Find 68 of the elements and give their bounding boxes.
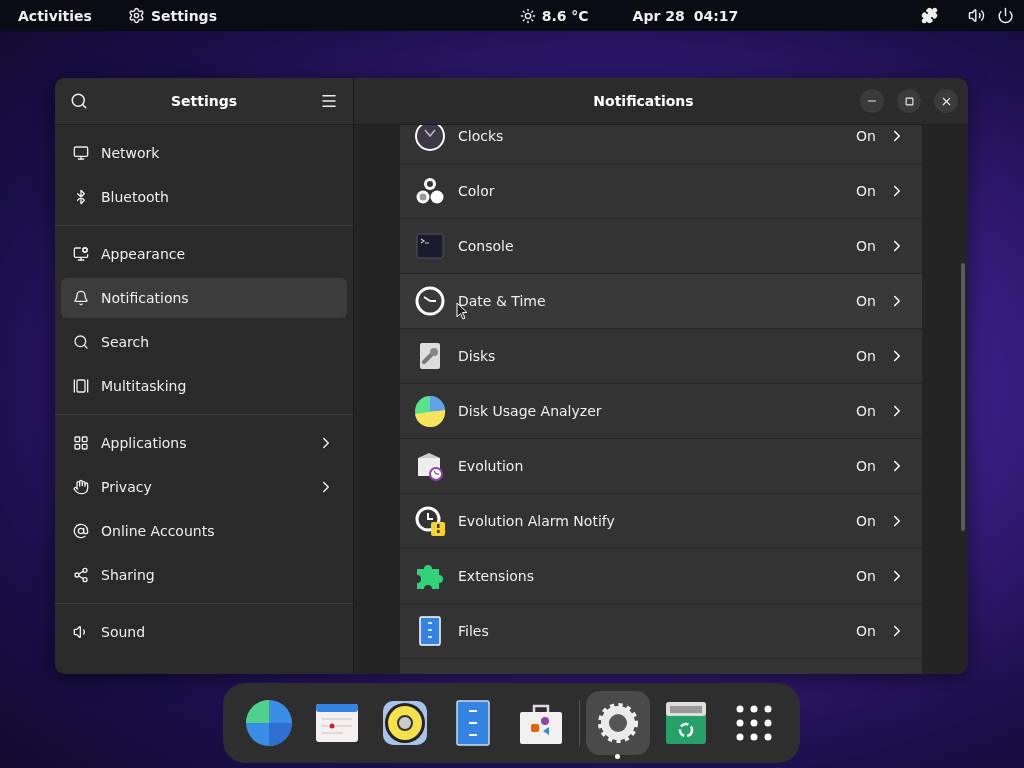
- app-name: Extensions: [458, 568, 536, 584]
- sidebar-title: Settings: [169, 93, 239, 109]
- app-name: Date & Time: [458, 293, 547, 309]
- display-icon: [73, 246, 89, 262]
- clock-icon: [414, 285, 446, 317]
- close-button[interactable]: [934, 89, 958, 113]
- puzzle-icon[interactable]: [921, 7, 938, 24]
- power-icon[interactable]: [997, 7, 1014, 24]
- weather-text[interactable]: 8.6 °C: [541, 7, 589, 24]
- app-name: Clocks: [458, 128, 505, 144]
- maximize-icon: [904, 96, 914, 106]
- clock-text[interactable]: 04:17: [693, 7, 739, 24]
- window-title: Notifications: [592, 93, 695, 109]
- sidebar-item[interactable]: Search: [61, 322, 347, 362]
- app-name: Disk Usage Analyzer: [458, 403, 603, 419]
- share-icon: [73, 567, 89, 583]
- gear-icon: [127, 7, 145, 24]
- activities-button[interactable]: Activities: [18, 7, 92, 24]
- search-icon: [73, 334, 89, 350]
- clock-icon: [414, 125, 446, 152]
- app-name: Evolution Alarm Notify: [458, 513, 616, 529]
- status-text: On: [856, 348, 876, 364]
- status-text: On: [856, 183, 876, 199]
- status-text: On: [856, 458, 876, 474]
- sidebar-item[interactable]: Bluetooth: [61, 177, 347, 217]
- app-name: Files: [458, 623, 490, 639]
- bell-icon: [73, 290, 89, 306]
- menu-icon: [320, 92, 338, 110]
- app-name: Console: [458, 238, 515, 254]
- app-name: Evolution: [458, 458, 525, 474]
- app-menu[interactable]: Settings: [150, 7, 217, 24]
- sidebar-item[interactable]: Privacy: [61, 467, 347, 507]
- date-text[interactable]: Apr 28: [632, 7, 685, 24]
- status-text: On: [856, 403, 876, 419]
- app-row[interactable]: Clocks On: [400, 125, 922, 164]
- hand-icon: [73, 479, 89, 495]
- sidebar-item[interactable]: Multitasking: [61, 366, 347, 406]
- grid-icon: [73, 435, 89, 451]
- scrollbar[interactable]: [961, 263, 965, 531]
- volume-icon[interactable]: [968, 7, 985, 24]
- maximize-button[interactable]: [897, 89, 921, 113]
- app-row[interactable]: Date & Time On: [400, 274, 922, 329]
- globe-icon: [245, 699, 293, 747]
- running-indicator: [615, 754, 620, 759]
- at-sign-icon: [73, 523, 89, 539]
- sidebar-item[interactable]: Online Accounts: [61, 511, 347, 551]
- pie-chart-icon: [414, 395, 446, 427]
- status-text: On: [856, 293, 876, 309]
- status-text: On: [856, 513, 876, 529]
- panels-icon: [73, 378, 89, 394]
- sidebar-item[interactable]: Notifications: [61, 278, 347, 318]
- status-text: On: [856, 623, 876, 639]
- speaker-icon: [381, 699, 429, 747]
- search-icon: [70, 92, 88, 110]
- sidebar-item[interactable]: Sound: [61, 612, 347, 652]
- app-name: Disks: [458, 348, 497, 364]
- terminal-icon: [414, 230, 446, 262]
- minimize-button[interactable]: [860, 89, 884, 113]
- sidebar-item[interactable]: Appearance: [61, 234, 347, 274]
- app-name: Color: [458, 183, 496, 199]
- status-text: On: [856, 238, 876, 254]
- sun-icon: [519, 7, 536, 24]
- status-text: On: [856, 128, 876, 144]
- sidebar-item[interactable]: Sharing: [61, 555, 347, 595]
- alarm-icon: [414, 505, 446, 537]
- status-text: On: [856, 568, 876, 584]
- sidebar-item[interactable]: Network: [61, 133, 347, 173]
- sidebar-item[interactable]: Applications: [61, 423, 347, 463]
